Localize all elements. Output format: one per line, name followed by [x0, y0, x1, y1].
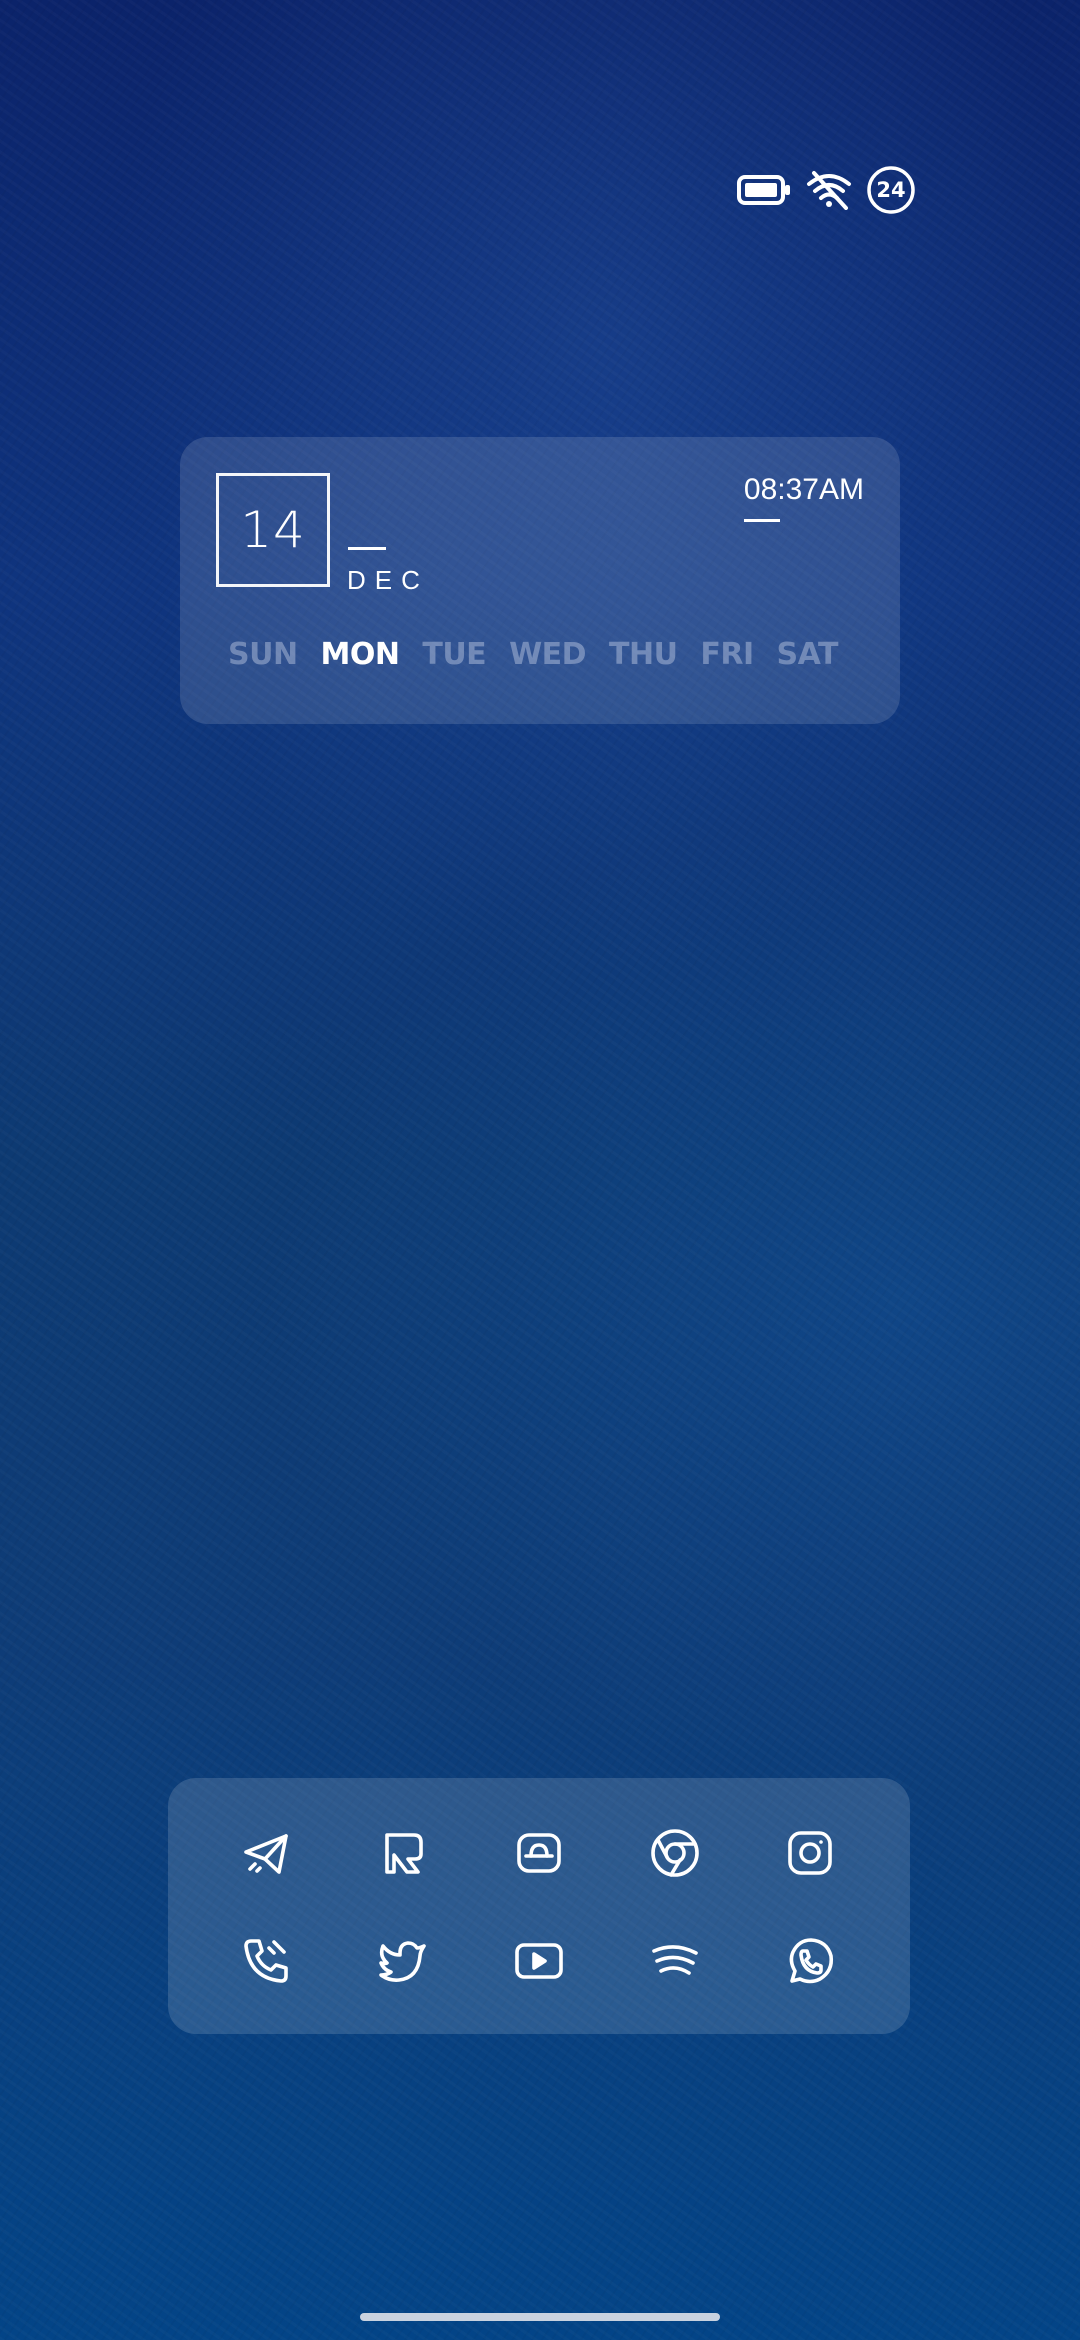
weekday-wed: WED [509, 637, 587, 672]
notification-count: 24 [876, 178, 906, 202]
wifi-off-icon [806, 170, 852, 210]
weekday-row: SUN MON TUE WED THU FRI SAT [228, 637, 838, 672]
time-label: 08:37AM [743, 473, 864, 506]
spotify-icon[interactable] [643, 1929, 707, 1993]
weekday-sat: SAT [776, 637, 839, 672]
chrome-icon[interactable] [643, 1821, 707, 1885]
month-divider [348, 547, 386, 550]
whatsapp-icon[interactable] [778, 1929, 842, 1993]
instagram-icon[interactable] [778, 1821, 842, 1885]
battery-icon [736, 172, 792, 208]
telegram-icon[interactable] [234, 1821, 298, 1885]
weekday-tue: TUE [422, 637, 487, 672]
calendar-widget[interactable]: 14 DEC 08:37AM SUN MON TUE WED THU FRI S… [180, 437, 900, 724]
status-bar: 24 [736, 162, 916, 218]
weekday-sun: SUN [228, 637, 298, 672]
weekday-fri: FRI [700, 637, 754, 672]
day-number: 14 [216, 473, 330, 587]
twitter-icon[interactable] [371, 1929, 435, 1993]
weekday-mon: MON [320, 637, 400, 672]
home-indicator[interactable] [360, 2313, 720, 2321]
month-label: DEC [347, 565, 429, 595]
store-icon[interactable] [507, 1821, 571, 1885]
time-divider [744, 519, 780, 522]
reeder-icon[interactable] [371, 1821, 435, 1885]
phone-icon[interactable] [234, 1929, 298, 1993]
app-dock [168, 1778, 910, 2034]
notification-badge: 24 [866, 165, 916, 215]
weekday-thu: THU [609, 637, 678, 672]
youtube-icon[interactable] [507, 1929, 571, 1993]
